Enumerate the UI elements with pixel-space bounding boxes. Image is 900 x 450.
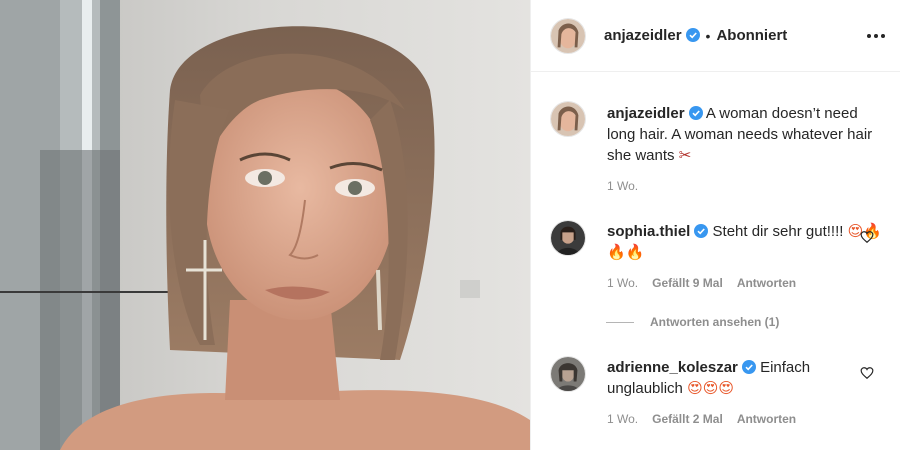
comment-text: sophia.thiel Steht dir sehr gut!!!! 😍🔥🔥🔥 bbox=[607, 222, 882, 261]
caption-text: anjazeidler A woman doesn’t need long ha… bbox=[607, 105, 873, 164]
author-avatar[interactable] bbox=[550, 17, 586, 54]
verified-badge-icon bbox=[741, 360, 756, 374]
scissors-emoji: ✂ bbox=[678, 146, 692, 164]
comment-likes[interactable]: Gefällt 9 Mal bbox=[652, 276, 723, 290]
comment-author[interactable]: adrienne_koleszar bbox=[607, 359, 738, 376]
commenter-avatar[interactable] bbox=[550, 356, 586, 392]
post-photo[interactable] bbox=[0, 0, 530, 450]
comment: adrienne_koleszar Einfach unglaublich 😍😍… bbox=[550, 356, 884, 426]
replies-divider bbox=[606, 321, 634, 323]
commenter-avatar[interactable] bbox=[550, 220, 586, 256]
caption-author[interactable]: anjazeidler bbox=[607, 105, 685, 122]
view-replies-button[interactable]: Antworten ansehen (1) bbox=[606, 315, 779, 329]
author-username[interactable]: anjazeidler bbox=[604, 27, 700, 44]
post-side-panel: anjazeidler • Abonniert anjazeidler A wo… bbox=[530, 0, 900, 450]
verified-badge-icon bbox=[694, 224, 709, 238]
header-separator: • bbox=[705, 27, 711, 44]
more-options-icon[interactable] bbox=[864, 24, 888, 48]
reply-button[interactable]: Antworten bbox=[737, 276, 796, 290]
comment-meta: 1 Wo. Gefällt 2 Mal Antworten bbox=[607, 412, 884, 426]
caption-meta: 1 Wo. bbox=[607, 179, 884, 193]
verified-badge-icon bbox=[688, 106, 703, 120]
reply-button[interactable]: Antworten bbox=[737, 412, 796, 426]
comments-section: anjazeidler A woman doesn’t need long ha… bbox=[531, 72, 900, 450]
caption-author-avatar[interactable] bbox=[550, 101, 586, 137]
comment-meta: 1 Wo. Gefällt 9 Mal Antworten bbox=[607, 276, 884, 290]
comment-time[interactable]: 1 Wo. bbox=[607, 412, 638, 426]
verified-badge-icon bbox=[685, 28, 700, 42]
comment-emojis: 😍😍😍 bbox=[687, 379, 734, 397]
caption-time[interactable]: 1 Wo. bbox=[607, 179, 638, 193]
caption: anjazeidler A woman doesn’t need long ha… bbox=[550, 101, 884, 193]
follow-status-button[interactable]: Abonniert bbox=[716, 27, 787, 44]
heart-icon[interactable] bbox=[860, 366, 874, 380]
post-header: anjazeidler • Abonniert bbox=[531, 0, 900, 72]
heart-icon[interactable] bbox=[860, 230, 874, 244]
comment-author[interactable]: sophia.thiel bbox=[607, 223, 690, 240]
comment-likes[interactable]: Gefällt 2 Mal bbox=[652, 412, 723, 426]
comment-text: adrienne_koleszar Einfach unglaublich 😍😍… bbox=[607, 359, 811, 397]
comment: sophia.thiel Steht dir sehr gut!!!! 😍🔥🔥🔥… bbox=[550, 220, 884, 290]
comment-time[interactable]: 1 Wo. bbox=[607, 276, 638, 290]
portrait-image bbox=[0, 0, 530, 450]
